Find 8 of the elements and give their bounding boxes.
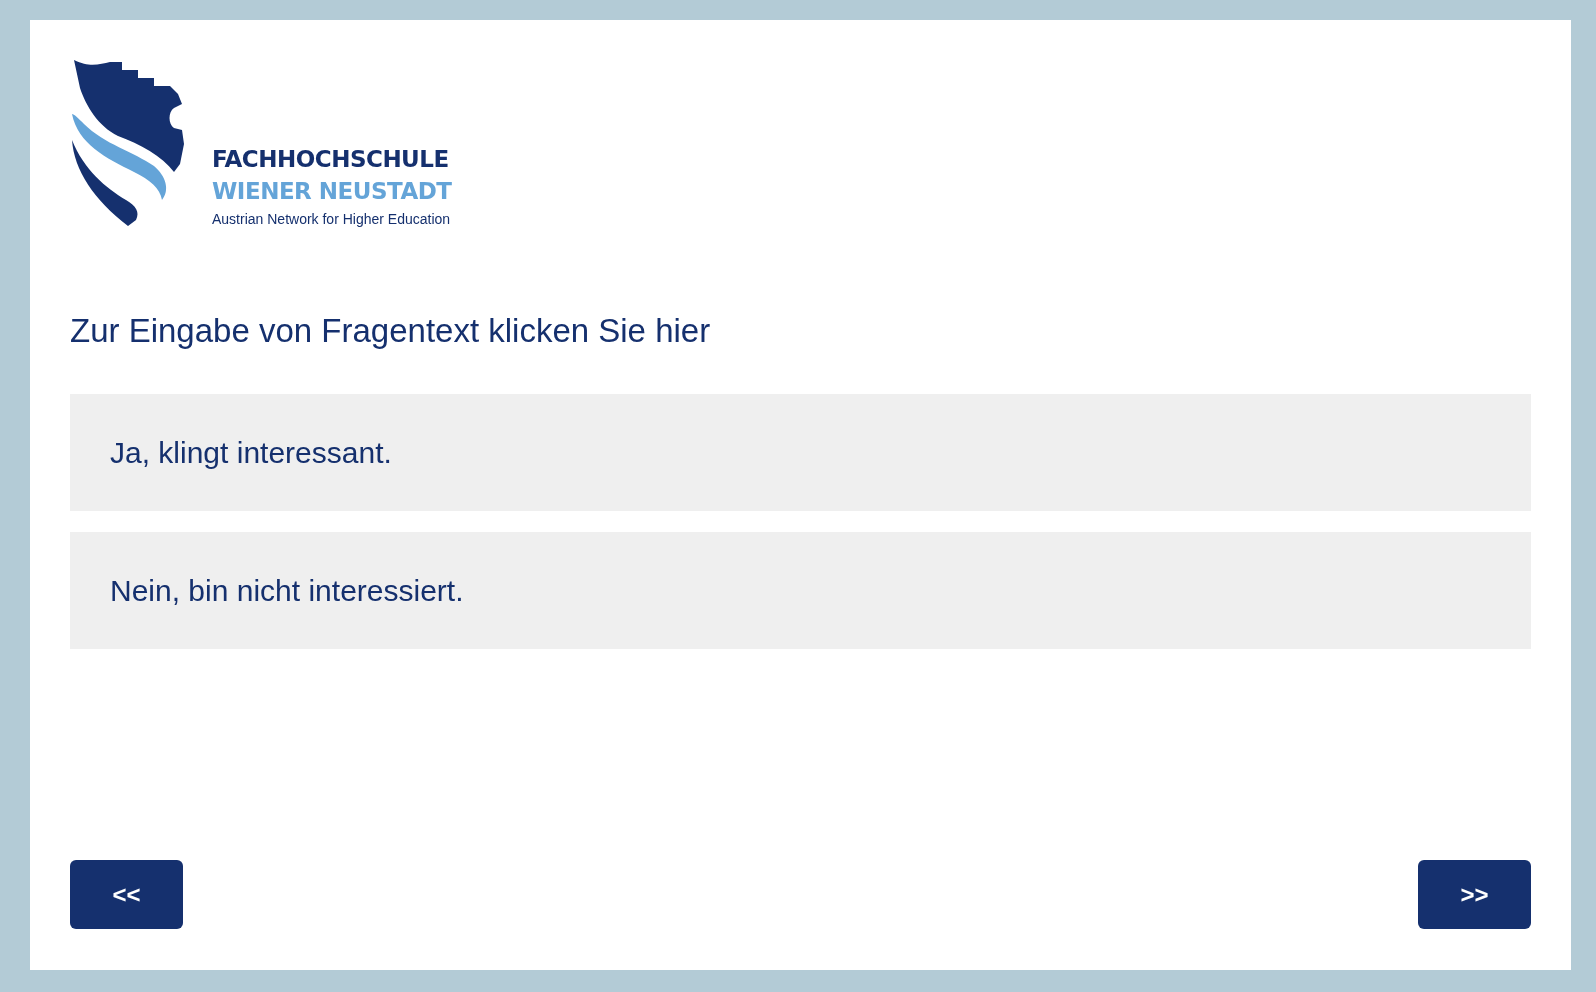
back-button[interactable]: << — [70, 860, 183, 929]
logo-tagline: Austrian Network for Higher Education — [212, 211, 452, 227]
logo-title: FACHHOCHSCHULE — [212, 145, 450, 174]
answer-option[interactable]: Ja, klingt interessant. — [70, 394, 1531, 511]
next-button[interactable]: >> — [1418, 860, 1531, 929]
answer-option[interactable]: Nein, bin nicht interessiert. — [70, 532, 1531, 649]
question-text: Zur Eingabe von Fragentext klicken Sie hier — [70, 312, 712, 350]
logo-subtitle: WIENER NEUSTADT — [212, 177, 452, 206]
